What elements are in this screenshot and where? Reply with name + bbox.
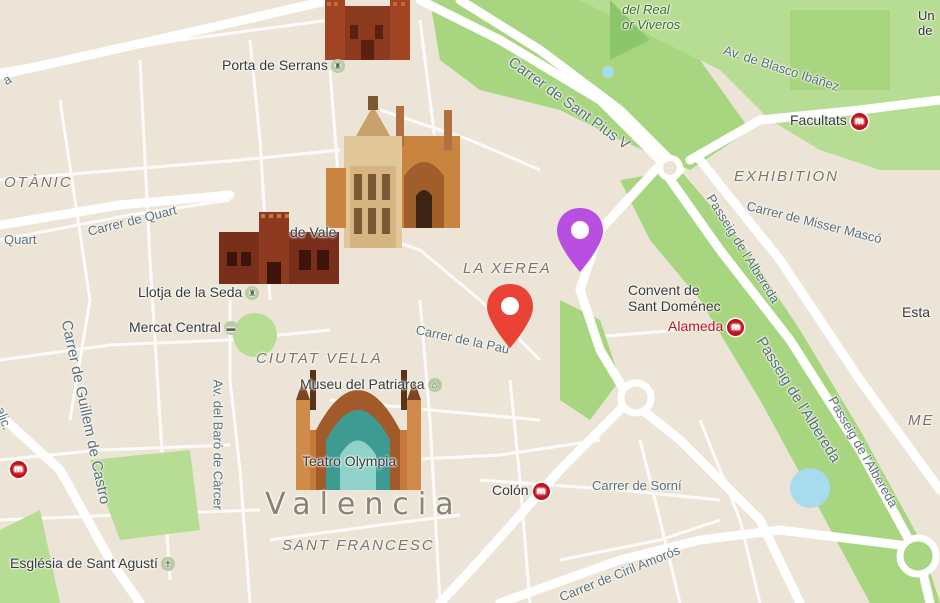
poi-convent-label: Convent de Sant Doménec bbox=[628, 282, 721, 314]
torres-serrans-icon[interactable] bbox=[325, 0, 410, 60]
church-icon: ✝ bbox=[160, 557, 175, 572]
poi-esglesia[interactable]: Església de Sant Agustí ✝ bbox=[10, 555, 175, 572]
map-base-layer bbox=[0, 0, 940, 603]
poi-mercat-label: Mercat Central bbox=[129, 319, 221, 335]
metro-edge-left[interactable]: m bbox=[6, 460, 27, 478]
street-quart-edge: Quart bbox=[4, 232, 37, 247]
monument-icon: ♜ bbox=[245, 286, 260, 301]
poi-convent[interactable]: Convent de Sant Doménec bbox=[628, 282, 721, 314]
poi-placa-label: de Vale bbox=[290, 224, 337, 240]
poi-llotja[interactable]: Llotja de la Seda ♜ bbox=[138, 284, 260, 301]
market-icon: ▬ bbox=[223, 321, 238, 336]
metro-facultats[interactable]: Facultats m bbox=[790, 112, 868, 130]
metro-icon: m bbox=[10, 460, 27, 478]
district-edge: ME bbox=[908, 412, 935, 429]
poi-teatre[interactable]: Teatro Olympia bbox=[302, 453, 396, 469]
district-exhibition: EXHIBITION bbox=[734, 168, 840, 185]
metro-alameda[interactable]: Alameda m bbox=[668, 318, 745, 336]
street-carrer-de-sorni: Carrer de Sorní bbox=[592, 478, 682, 493]
city-label: Valencia bbox=[265, 487, 463, 522]
metro-icon: m bbox=[850, 112, 868, 130]
cathedral-icon[interactable] bbox=[326, 96, 461, 248]
poi-museu-patriarca[interactable]: Museu del Patriarca ⌂ bbox=[300, 376, 442, 393]
poi-porta-serrans-label: Porta de Serrans bbox=[222, 57, 328, 73]
monument-icon: ♜ bbox=[330, 59, 345, 74]
park-top-right-label: Un de bbox=[918, 8, 935, 38]
metro-alameda-label: Alameda bbox=[668, 318, 724, 334]
metro-colon-label: Colón bbox=[492, 482, 529, 498]
poi-placa: de Vale bbox=[290, 224, 336, 240]
district-la-xerea: LA XEREA bbox=[463, 260, 552, 277]
map-canvas[interactable]: Porta de Serrans ♜ Llotja de la Seda ♜ Mer… bbox=[0, 0, 940, 603]
lonja-icon[interactable] bbox=[219, 212, 339, 284]
metro-icon: m bbox=[532, 482, 550, 500]
metro-colon[interactable]: Colón m bbox=[492, 482, 550, 500]
purple-marker[interactable] bbox=[555, 206, 605, 276]
poi-llotja-label: Llotja de la Seda bbox=[138, 284, 243, 300]
district-botanic: OTÀNIC bbox=[4, 174, 73, 191]
street-baro-carcer: Av. del Baró de Càrcer bbox=[210, 379, 226, 510]
museum-icon: ⌂ bbox=[427, 378, 442, 393]
metro-facultats-label: Facultats bbox=[790, 112, 847, 128]
poi-teatre-label: Teatro Olympia bbox=[302, 453, 397, 469]
poi-mercat[interactable]: Mercat Central ▬ bbox=[129, 319, 238, 336]
metro-edge-label: Esta bbox=[902, 304, 931, 320]
district-sant-francesc: SANT FRANCESC bbox=[282, 537, 435, 554]
park-viveros-label: del Real or Viveros bbox=[622, 2, 681, 32]
metro-icon: m bbox=[727, 318, 745, 336]
district-ciutat-vella: CIUTAT VELLA bbox=[256, 350, 383, 367]
poi-museu-patriarca-label: Museu del Patriarca bbox=[300, 376, 425, 392]
red-marker[interactable] bbox=[485, 282, 535, 352]
poi-esglesia-label: Església de Sant Agustí bbox=[10, 555, 158, 571]
poi-porta-serrans[interactable]: Porta de Serrans ♜ bbox=[222, 57, 345, 74]
